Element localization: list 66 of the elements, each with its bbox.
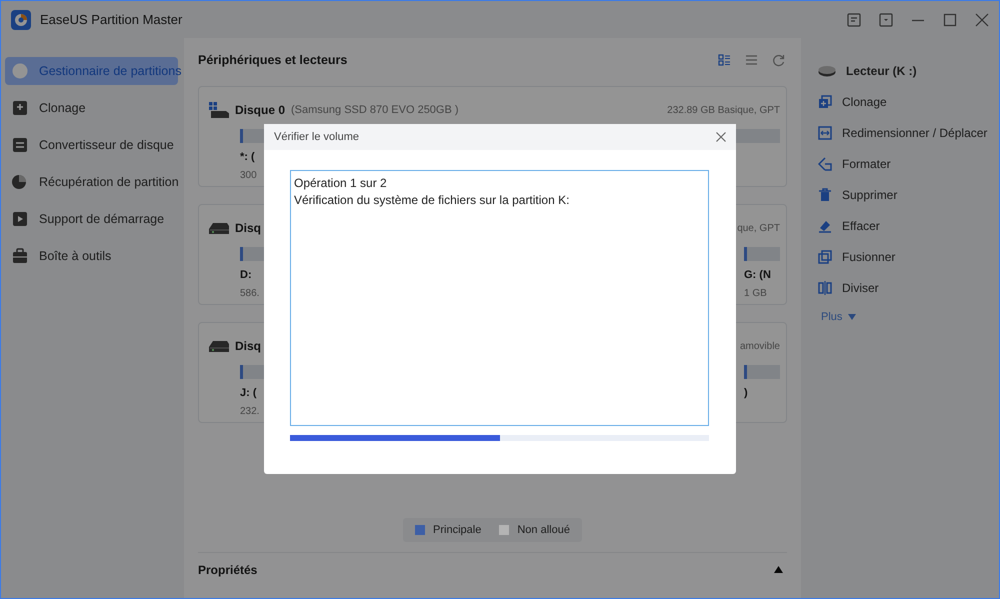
dialog-title: Vérifier le volume <box>274 130 359 145</box>
partition-label: J: ( <box>240 386 258 401</box>
sidebar-item[interactable]: Clonage <box>5 94 178 122</box>
drive-icon <box>209 102 229 118</box>
caret-icon <box>848 314 856 320</box>
format-icon <box>818 157 832 171</box>
action-link[interactable]: Clonage <box>842 93 887 111</box>
swap-box-icon <box>11 136 29 154</box>
grid-view-icon[interactable] <box>718 54 731 66</box>
disk-info: que, GPT <box>737 222 780 236</box>
notes-icon[interactable] <box>847 12 861 26</box>
resize-icon <box>818 126 832 140</box>
log-line: Opération 1 sur 2 <box>294 175 388 192</box>
briefcase-icon <box>11 247 29 265</box>
action-link[interactable]: Supprimer <box>842 186 898 204</box>
list-view-icon[interactable] <box>745 54 758 66</box>
disk-name: Disq <box>235 338 262 355</box>
close-icon[interactable] <box>975 12 989 26</box>
legend-label: Principale <box>433 522 482 538</box>
disk-info: amovible <box>740 340 780 354</box>
sidebar-item[interactable]: Support de démarrage <box>5 205 178 233</box>
partition-label: *: ( <box>240 150 256 165</box>
drive-icon <box>209 220 229 236</box>
eraser-icon <box>818 219 832 233</box>
partition-label: ) <box>744 386 749 401</box>
dropdown-icon[interactable] <box>879 12 893 26</box>
plus-box-icon <box>11 99 29 117</box>
action-link[interactable]: Fusionner <box>842 248 896 266</box>
drive-title: Lecteur (K :) <box>846 63 917 80</box>
drive-icon <box>209 338 229 354</box>
partition-bar[interactable] <box>744 365 780 379</box>
partition-size: 300 <box>240 168 258 182</box>
disk-icon <box>818 65 836 77</box>
maximize-icon[interactable] <box>943 12 957 26</box>
sidebar-item[interactable]: Récupération de partition <box>5 168 178 196</box>
trash-icon <box>818 188 832 202</box>
partition-size: 1 GB <box>744 286 768 300</box>
sidebar-item[interactable]: Convertisseur de disque <box>5 131 178 159</box>
properties-title: Propriétés <box>198 562 258 578</box>
section-title: Périphériques et lecteurs <box>198 52 348 69</box>
partition-label: D: <box>240 268 253 283</box>
action-link[interactable]: Effacer <box>842 217 880 235</box>
play-box-icon <box>11 210 29 228</box>
log-line: Vérification du système de fichiers sur la partition K: <box>294 192 570 209</box>
app-logo-icon <box>11 10 31 30</box>
disk-name: Disq <box>235 220 262 237</box>
partition-size: 232. <box>240 404 260 418</box>
sidebar-item[interactable]: Boîte à outils <box>5 242 178 270</box>
collapse-icon[interactable] <box>774 566 783 573</box>
disk-name: Disque 0 <box>235 102 286 119</box>
legend-label: Non alloué <box>517 522 570 538</box>
close-icon[interactable] <box>716 132 726 142</box>
window-title: EaseUS Partition Master <box>40 10 182 29</box>
disk-model: (Samsung SSD 870 EVO 250GB ) <box>291 102 459 118</box>
clone-icon <box>818 95 832 109</box>
partition-label: G: (N <box>744 268 772 283</box>
disk-info: 232.89 GB Basique, GPT <box>667 104 780 118</box>
action-link[interactable]: Diviser <box>842 279 879 297</box>
refresh-icon[interactable] <box>772 54 785 66</box>
action-link[interactable]: Redimensionner / Déplacer <box>842 124 988 142</box>
partition-bar[interactable] <box>744 247 780 261</box>
split-icon <box>818 281 832 295</box>
merge-icon <box>818 250 832 264</box>
more-link[interactable]: Plus <box>821 309 842 326</box>
action-link[interactable]: Formater <box>842 155 891 173</box>
partition-size: 586. <box>240 286 260 300</box>
